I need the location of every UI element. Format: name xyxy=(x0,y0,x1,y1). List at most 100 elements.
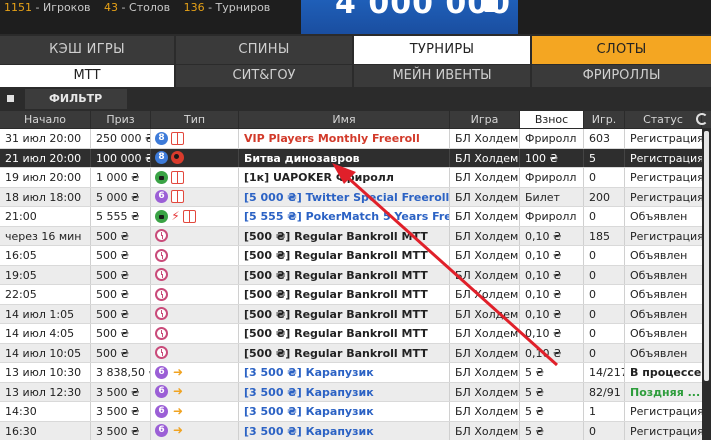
cell-status: В процессе xyxy=(630,366,702,379)
cell-players: 82/91 xyxy=(584,382,625,401)
cell-start: 13 июл 10:30 xyxy=(0,363,91,382)
cell-game: БЛ Холдем xyxy=(450,382,520,401)
clock-icon xyxy=(155,326,168,340)
col-name[interactable]: Имя xyxy=(239,111,450,128)
table-row[interactable]: через 16 мин 500 ₴ [500 ₴] Regular Bankrol… xyxy=(0,226,702,246)
cell-players: 0 xyxy=(584,285,625,304)
refresh-icon[interactable] xyxy=(696,113,708,125)
cell-fee: Фриролл xyxy=(520,207,584,226)
cell-type: 8 xyxy=(151,129,239,148)
table-row[interactable]: 13 июл 12:30 3 500 ₴ 6 ➜ [3 500 ₴] Карапузик… xyxy=(0,382,702,402)
cell-prize: 3 838,50 ₴ xyxy=(91,363,151,382)
tab-cash-games[interactable]: КЭШ ИГРЫ xyxy=(0,36,176,64)
cell-status: Поздняя ... xyxy=(630,385,701,399)
table-row[interactable]: 21:00 5 555 ₴ ⚡ [5 555 ₴] PokerMatch 5 Year… xyxy=(0,207,702,227)
col-game[interactable]: Игра xyxy=(450,111,520,128)
cell-name: [500 ₴] Regular Bankroll MTT xyxy=(239,226,450,245)
table-row[interactable]: 31 июл 20:00 250 000 ₴ 8 VIP Players Monthl… xyxy=(0,129,702,149)
cell-name: [500 ₴] Regular Bankroll MTT xyxy=(239,343,450,362)
filter-bar: ФИЛЬТР xyxy=(0,88,711,110)
table-row[interactable]: 16:30 3 500 ₴ 6 ➜ [3 500 ₴] Карапузик БЛ Холд… xyxy=(0,421,702,440)
currency-icon xyxy=(484,0,498,12)
gift-icon xyxy=(171,131,184,145)
cell-type: 6 xyxy=(151,187,239,206)
jackpot-banner[interactable]: 4 000 000 xyxy=(301,0,518,34)
badge-8-icon: 8 xyxy=(155,151,168,165)
cell-start: 21:00 xyxy=(0,207,91,226)
col-fee[interactable]: Взнос xyxy=(520,111,584,128)
cell-game: БЛ Холдем xyxy=(450,421,520,440)
table-row[interactable]: 13 июл 10:30 3 838,50 ₴ 6 ➜ [3 500 ₴] Карапу… xyxy=(0,363,702,383)
cell-prize: 1 000 ₴ xyxy=(91,168,151,187)
lobby-window: 1151 - Игроков 43 - Столов 136 - Турниро… xyxy=(0,0,711,440)
table-row[interactable]: 22:05 500 ₴ [500 ₴] Regular Bankroll MTT БЛ… xyxy=(0,285,702,305)
cell-fee: 0,10 ₴ xyxy=(520,324,584,343)
col-players[interactable]: Игр. xyxy=(584,111,625,128)
cell-status: Объявлен xyxy=(630,210,688,223)
tables-label: - Столов xyxy=(121,1,171,14)
cell-status: Регистрация xyxy=(630,405,702,418)
table-row[interactable]: 16:05 500 ₴ [500 ₴] Regular Bankroll MTT БЛ… xyxy=(0,246,702,266)
tab-tournaments[interactable]: ТУРНИРЫ xyxy=(354,36,532,64)
cell-name: [500 ₴] Regular Bankroll MTT xyxy=(239,324,450,343)
cell-prize: 5 555 ₴ xyxy=(91,207,151,226)
cell-type xyxy=(151,168,239,187)
badge-6-icon: 6 xyxy=(155,385,168,399)
tab-slots[interactable]: СЛОТЫ xyxy=(532,36,711,64)
col-status[interactable]: Статус xyxy=(625,111,702,128)
tab-freerolls[interactable]: ФРИРОЛЛЫ xyxy=(532,65,711,87)
rebuy-arrow-icon: ➜ xyxy=(172,403,184,418)
table-row[interactable]: 19:05 500 ₴ [500 ₴] Regular Bankroll MTT БЛ… xyxy=(0,265,702,285)
cell-start: 22:05 xyxy=(0,285,91,304)
cell-status: Объявлен xyxy=(630,288,688,301)
filter-toggle-icon[interactable] xyxy=(7,95,14,102)
scrollbar-thumb[interactable] xyxy=(704,131,709,381)
cell-status: Регистрация xyxy=(630,171,702,184)
cell-fee: Фриролл xyxy=(520,129,584,148)
table-row[interactable]: 19 июл 20:00 1 000 ₴ [1к] UAPOKER Фриролл Б… xyxy=(0,168,702,188)
table-row[interactable]: 14 июл 4:05 500 ₴ [500 ₴] Regular Bankroll… xyxy=(0,324,702,344)
cell-fee: 5 ₴ xyxy=(520,402,584,421)
cell-game: БЛ Холдем xyxy=(450,148,520,167)
tab-mtt[interactable]: МТТ xyxy=(0,65,176,87)
badge-6-icon: 6 xyxy=(155,365,168,379)
col-type[interactable]: Тип xyxy=(151,111,239,128)
cell-status: Объявлен xyxy=(630,249,688,262)
gift-icon xyxy=(171,170,184,184)
cell-players: 603 xyxy=(584,129,625,148)
cell-players: 0 xyxy=(584,207,625,226)
table-row[interactable]: 14 июл 10:05 500 ₴ [500 ₴] Regular Bankrol… xyxy=(0,343,702,363)
tab-sit-and-go[interactable]: СИТ&ГОУ xyxy=(176,65,354,87)
cell-type: 8 xyxy=(151,148,239,167)
table-row[interactable]: 14:30 3 500 ₴ 6 ➜ [3 500 ₴] Карапузик БЛ Холд… xyxy=(0,402,702,422)
cell-prize: 500 ₴ xyxy=(91,343,151,362)
clock-icon xyxy=(155,268,168,282)
cell-type xyxy=(151,304,239,323)
cell-type xyxy=(151,226,239,245)
clock-icon xyxy=(155,229,168,243)
col-start[interactable]: Начало xyxy=(0,111,91,128)
table-row[interactable]: 21 июл 20:00 100 000 ₴ 8 Битва динозавров БЛ… xyxy=(0,148,702,168)
cell-prize: 250 000 ₴ xyxy=(91,129,151,148)
cell-type: ⚡ xyxy=(151,207,239,226)
cell-name: [500 ₴] Regular Bankroll MTT xyxy=(239,304,450,323)
tab-main-events[interactable]: МЕЙН ИВЕНТЫ xyxy=(354,65,532,87)
lobby-stats: 1151 - Игроков 43 - Столов 136 - Турниро… xyxy=(4,0,270,16)
table-row[interactable]: 18 июл 18:00 5 000 ₴ 6 [5 000 ₴] Twitter Sp… xyxy=(0,187,702,207)
scrollbar[interactable] xyxy=(702,129,711,440)
cell-game: БЛ Холдем xyxy=(450,324,520,343)
cell-game: БЛ Холдем xyxy=(450,168,520,187)
cell-type xyxy=(151,343,239,362)
cell-start: 14 июл 1:05 xyxy=(0,304,91,323)
table-row[interactable]: 14 июл 1:05 500 ₴ [500 ₴] Regular Bankroll… xyxy=(0,304,702,324)
players-label: - Игроков xyxy=(35,1,91,14)
filter-button[interactable]: ФИЛЬТР xyxy=(25,89,127,109)
tab-spins[interactable]: СПИНЫ xyxy=(176,36,354,64)
cell-fee: 0,10 ₴ xyxy=(520,226,584,245)
cell-type: 6 ➜ xyxy=(151,402,239,421)
cell-name: [3 500 ₴] Карапузик xyxy=(239,382,450,401)
col-prize[interactable]: Приз xyxy=(91,111,151,128)
cell-fee: 0,10 ₴ xyxy=(520,246,584,265)
cell-fee: 0,10 ₴ xyxy=(520,265,584,284)
cell-start: через 16 мин xyxy=(0,226,91,245)
